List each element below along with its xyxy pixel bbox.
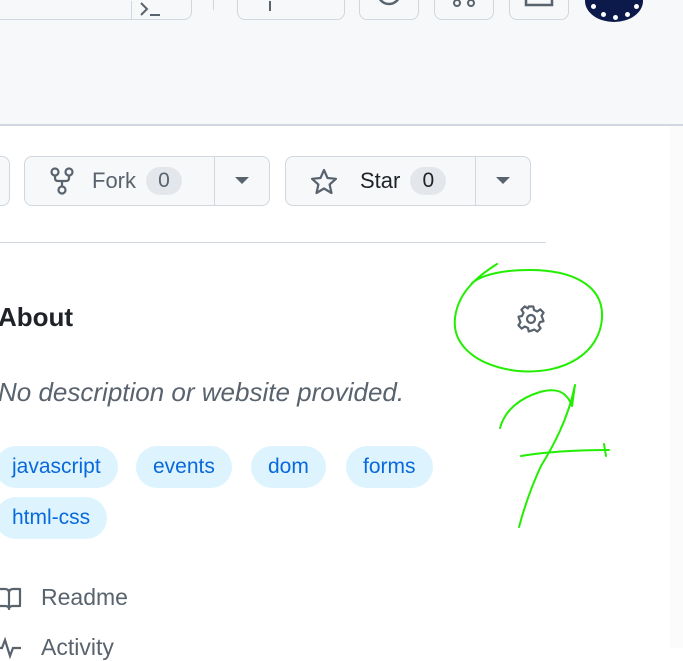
repo-description: No description or website provided. — [0, 377, 405, 407]
issue-opened-icon — [378, 0, 400, 6]
fork-button[interactable]: Fork 0 — [25, 157, 214, 205]
topic-tag[interactable]: html-css — [0, 497, 108, 539]
triangle-down-icon — [234, 177, 249, 184]
topic-tag[interactable]: forms — [346, 446, 433, 488]
star-icon — [310, 168, 338, 194]
search-divider — [131, 1, 132, 19]
page-scrollbar[interactable] — [670, 126, 683, 648]
section-divider — [0, 242, 546, 243]
plus-icon — [269, 1, 271, 11]
triangle-down-icon — [495, 177, 510, 184]
star-button-group: Star 0 — [285, 156, 531, 206]
annotation-crossbar — [520, 443, 610, 457]
inbox-icon — [524, 0, 554, 7]
top-header — [0, 0, 683, 126]
header-separator — [213, 0, 214, 10]
command-palette-icon — [140, 2, 160, 16]
inbox-button[interactable] — [509, 0, 569, 20]
annotation-seven — [499, 384, 576, 528]
user-avatar[interactable] — [585, 0, 643, 22]
star-dropdown-button[interactable] — [474, 157, 530, 205]
fork-dropdown-button[interactable] — [213, 157, 269, 205]
topic-tag[interactable]: dom — [251, 446, 326, 488]
gear-icon[interactable] — [515, 303, 547, 335]
about-heading: About — [0, 302, 74, 332]
readme-label: Readme — [41, 584, 128, 610]
star-count: 0 — [410, 167, 447, 195]
topic-tag[interactable]: javascript — [0, 446, 118, 488]
fork-count: 0 — [146, 167, 182, 195]
star-button[interactable]: Star 0 — [286, 157, 475, 205]
watch-button-edge[interactable] — [0, 156, 10, 206]
book-icon — [0, 587, 22, 610]
topic-tag[interactable]: events — [136, 446, 232, 488]
fork-label: Fork — [92, 168, 136, 193]
create-new-button[interactable] — [237, 0, 345, 20]
git-pull-request-icon — [453, 0, 475, 7]
pull-requests-button[interactable] — [434, 0, 494, 20]
issues-button[interactable] — [359, 0, 419, 20]
readme-link[interactable]: Readme — [0, 584, 128, 611]
fork-button-group: Fork 0 — [24, 156, 270, 206]
star-label: Star — [360, 168, 401, 193]
search-box[interactable] — [0, 0, 192, 20]
repo-forked-icon — [50, 167, 74, 195]
